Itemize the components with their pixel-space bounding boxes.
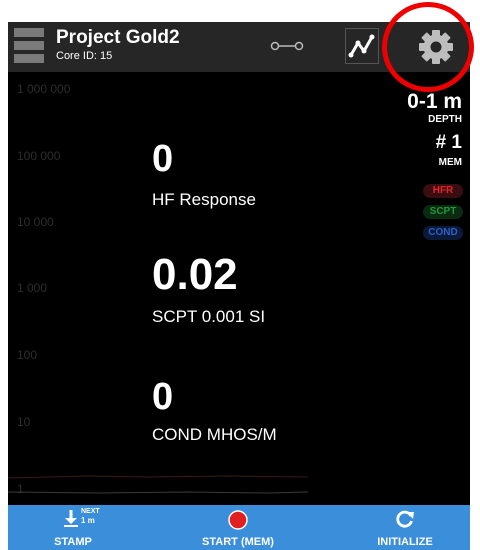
initialize-label: INITIALIZE xyxy=(377,536,433,548)
scale-label-1000: 1 000 xyxy=(17,281,48,295)
scale-label-10000: 10 000 xyxy=(17,215,54,229)
scale-label-1000000: 1 000 000 xyxy=(17,82,71,96)
stamp-label: STAMP xyxy=(54,536,92,548)
hf-response-value: 0 xyxy=(152,138,174,180)
bottom-toolbar: NEXT 1 m STAMP START (MEM) INITIALIZE xyxy=(8,505,470,550)
stamp-next-value: 1 m xyxy=(81,516,95,525)
scale-label-100000: 100 000 xyxy=(17,149,61,163)
app-screen: Project Gold2 Core ID: 15 1 000 000 100 … xyxy=(8,22,470,550)
project-title: Project Gold2 xyxy=(56,27,180,48)
core-id-label: Core ID: 15 xyxy=(56,50,113,62)
cond-toggle[interactable]: COND xyxy=(423,226,463,240)
start-mem-button[interactable]: START (MEM) xyxy=(188,505,288,550)
start-mem-label: START (MEM) xyxy=(202,536,274,548)
scpt-value: 0.02 xyxy=(152,250,238,299)
stamp-next-label: NEXT xyxy=(81,508,100,515)
record-icon xyxy=(228,510,248,530)
cond-label: COND MHOS/M xyxy=(152,425,277,444)
hfr-toggle[interactable]: HFR xyxy=(423,184,463,198)
hf-response-label: HF Response xyxy=(152,190,256,209)
scpt-label: SCPT 0.001 SI xyxy=(152,307,266,326)
cond-value: 0 xyxy=(152,376,174,418)
trace-lines xyxy=(8,475,309,494)
depth-label: DEPTH xyxy=(428,114,462,125)
hamburger-menu-icon[interactable] xyxy=(14,28,44,66)
chart-view-button[interactable] xyxy=(345,28,379,64)
settings-highlight-circle xyxy=(382,2,474,92)
initialize-button[interactable]: INITIALIZE xyxy=(360,505,450,550)
depth-value: 0-1 m xyxy=(407,90,462,113)
scale-label-10: 10 xyxy=(17,415,31,429)
connection-icon[interactable] xyxy=(270,36,304,56)
scpt-toggle[interactable]: SCPT xyxy=(423,205,463,219)
refresh-icon xyxy=(396,510,414,528)
chart-line-icon xyxy=(348,34,375,58)
memory-slot-value: # 1 xyxy=(435,132,462,153)
memory-slot-label: MEM xyxy=(438,157,462,168)
stamp-button[interactable]: NEXT 1 m STAMP xyxy=(38,505,108,550)
scale-label-100: 100 xyxy=(17,348,38,362)
